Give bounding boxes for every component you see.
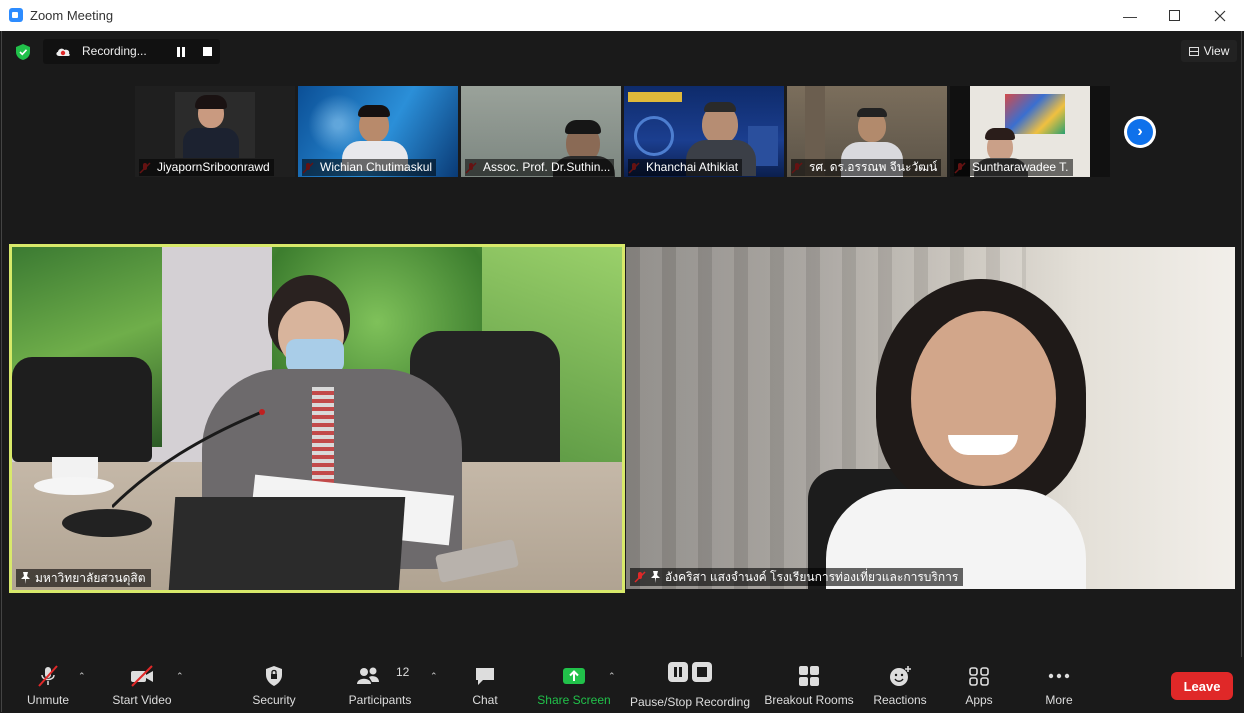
video-off-icon <box>131 665 153 687</box>
leave-button[interactable]: Leave <box>1171 672 1233 700</box>
pause-stop-recording-button[interactable]: Pause/Stop Recording <box>628 657 752 712</box>
share-screen-icon <box>563 668 585 684</box>
view-label: View <box>1203 44 1230 58</box>
maximize-icon <box>1168 10 1180 21</box>
participant-name: มหาวิทยาลัยสวนดุสิต <box>35 571 146 585</box>
start-video-button[interactable]: Start Video <box>106 657 178 712</box>
reactions-label: Reactions <box>873 693 927 707</box>
thumbnail-name: รศ. ดร.อรรณพ จีนะวัฒน์ <box>791 159 942 176</box>
participants-label: Participants <box>348 693 412 707</box>
pause-stop-icon <box>668 662 712 682</box>
pause-stop-recording-label: Pause/Stop Recording <box>629 695 751 709</box>
title-bar: Zoom Meeting — <box>0 0 1244 31</box>
participant-name-label: มหาวิทยาลัยสวนดุสิต <box>16 569 151 587</box>
meeting-stage: Recording... View JiyapornSriboonrawd Wi… <box>1 31 1243 712</box>
chevron-right-icon: › <box>1127 119 1153 145</box>
zoom-app-icon <box>9 8 23 22</box>
share-options-caret[interactable]: ⌃ <box>608 671 616 682</box>
cloud-recording-icon <box>56 48 70 56</box>
recording-indicator: Recording... <box>43 39 220 64</box>
participant-thumbnail[interactable]: JiyapornSriboonrawd <box>135 86 295 177</box>
apps-icon <box>969 667 989 686</box>
apps-button[interactable]: Apps <box>952 657 1006 712</box>
close-button[interactable] <box>1197 0 1243 31</box>
pin-icon <box>651 571 660 583</box>
stop-recording-icon[interactable] <box>203 47 212 56</box>
participants-button[interactable]: 12 Participants <box>342 657 418 712</box>
participants-count: 12 <box>396 665 410 679</box>
share-screen-label: Share Screen <box>537 693 611 707</box>
meeting-toolbar: Unmute ⌃ Start Video ⌃ Security 12 Parti… <box>2 657 1243 712</box>
apps-label: Apps <box>965 693 993 707</box>
muted-microphone-icon <box>38 665 58 687</box>
security-shield-icon <box>266 666 282 686</box>
grid-view-icon <box>1188 46 1199 56</box>
security-button[interactable]: Security <box>242 657 306 712</box>
video-options-caret[interactable]: ⌃ <box>176 671 184 682</box>
maximize-button[interactable] <box>1151 0 1197 31</box>
microphone-stand <box>112 409 265 509</box>
participant-thumbnail[interactable]: Assoc. Prof. Dr.Suthin... <box>461 86 621 177</box>
security-label: Security <box>252 693 296 707</box>
participant-thumbnail[interactable]: Khanchai Athikiat <box>624 86 784 177</box>
pin-icon <box>21 572 30 584</box>
thumbnail-name: Suntharawadee T. <box>954 159 1073 176</box>
breakout-rooms-icon <box>799 666 819 686</box>
active-speaker-tile[interactable]: มหาวิทยาลัยสวนดุสิต <box>9 244 625 593</box>
more-dots-icon <box>1048 673 1070 679</box>
window-title: Zoom Meeting <box>30 8 114 23</box>
start-video-label: Start Video <box>112 693 172 707</box>
participant-name-label: อังคริสา แสงจำนงค์ โรงเรียนการท่องเที่ยว… <box>630 568 964 586</box>
thumbnail-name: Assoc. Prof. Dr.Suthin... <box>465 159 615 176</box>
chat-bubble-icon <box>476 668 494 685</box>
reactions-button[interactable]: Reactions <box>868 657 932 712</box>
audio-options-caret[interactable]: ⌃ <box>78 671 86 682</box>
chat-label: Chat <box>472 693 498 707</box>
participants-options-caret[interactable]: ⌃ <box>430 671 438 682</box>
participant-thumbnail[interactable]: Wichian Chutimaskul <box>298 86 458 177</box>
next-page-button[interactable]: › <box>1124 116 1156 148</box>
share-screen-button[interactable]: Share Screen <box>534 657 614 712</box>
participant-name: อังคริสา แสงจำนงค์ โรงเรียนการท่องเที่ยว… <box>665 570 959 584</box>
participant-video-tile[interactable]: อังคริสา แสงจำนงค์ โรงเรียนการท่องเที่ยว… <box>626 247 1235 589</box>
muted-mic-icon <box>634 571 646 583</box>
thumbnail-name: Wichian Chutimaskul <box>302 159 437 176</box>
more-button[interactable]: More <box>1032 657 1086 712</box>
view-button[interactable]: View <box>1181 40 1237 62</box>
thumbnail-name: Khanchai Athikiat <box>628 159 743 176</box>
recording-label: Recording... <box>82 44 147 58</box>
reactions-smiley-icon <box>890 666 911 686</box>
close-icon <box>1214 10 1226 21</box>
thumbnail-name: JiyapornSriboonrawd <box>139 159 274 176</box>
participant-thumbnail[interactable]: รศ. ดร.อรรณพ จีนะวัฒน์ <box>787 86 947 177</box>
unmute-label: Unmute <box>26 693 70 707</box>
chat-button[interactable]: Chat <box>458 657 512 712</box>
more-label: More <box>1045 693 1073 707</box>
breakout-rooms-label: Breakout Rooms <box>764 693 854 707</box>
breakout-rooms-button[interactable]: Breakout Rooms <box>762 657 856 712</box>
unmute-button[interactable]: Unmute <box>16 657 80 712</box>
pause-recording-icon[interactable] <box>176 47 186 57</box>
encryption-shield-icon[interactable] <box>16 44 30 60</box>
participants-icon <box>357 667 379 684</box>
minimize-button[interactable]: — <box>1107 0 1153 31</box>
participant-thumbnail[interactable]: Suntharawadee T. <box>950 86 1110 177</box>
